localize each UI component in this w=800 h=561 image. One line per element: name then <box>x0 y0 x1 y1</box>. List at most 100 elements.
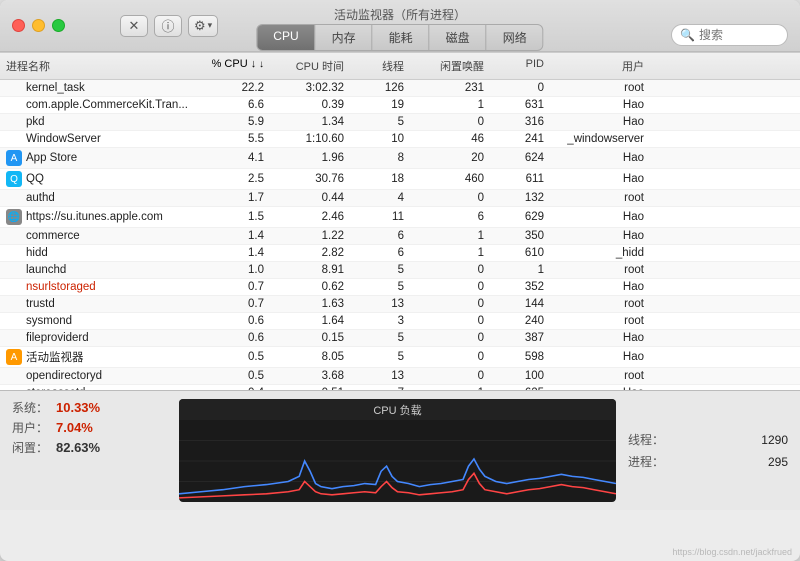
minimize-button[interactable] <box>32 19 45 32</box>
td-cputime: 30.76 <box>270 171 350 187</box>
stat-user-label: 用户： <box>12 419 50 436</box>
title-bar: ✕ ⓘ ⚙ ▾ 活动监视器（所有进程） CPU 内存 能耗 磁盘 网络 🔍 <box>0 0 800 52</box>
td-cputime: 1.22 <box>270 228 350 244</box>
table-row[interactable]: 🌐https://su.itunes.apple.com1.52.4611662… <box>0 207 800 228</box>
td-user: Hao <box>550 279 650 295</box>
table-row[interactable]: pkd5.91.3450316Hao <box>0 114 800 131</box>
td-name: opendirectoryd <box>0 368 200 384</box>
tab-disk[interactable]: 磁盘 <box>430 25 487 50</box>
tab-energy[interactable]: 能耗 <box>373 25 430 50</box>
table-row[interactable]: opendirectoryd0.53.68130100root <box>0 368 800 385</box>
td-user: Hao <box>550 97 650 113</box>
td-idle_wake: 460 <box>410 171 490 187</box>
chart-title: CPU 负载 <box>179 399 616 420</box>
td-pid: 610 <box>490 245 550 261</box>
process-name: kernel_task <box>26 82 85 94</box>
process-name: hidd <box>26 247 48 259</box>
table-row[interactable]: hidd1.42.8261610_hidd <box>0 245 800 262</box>
table-row[interactable]: kernel_task22.23:02.321262310root <box>0 80 800 97</box>
col-header-name[interactable]: 进程名称 <box>0 56 200 76</box>
process-name: trustd <box>26 298 55 310</box>
col-header-threads[interactable]: 线程 <box>350 56 410 76</box>
table-row[interactable]: A活动监视器0.58.0550598Hao <box>0 347 800 368</box>
stat-idle-label: 闲置： <box>12 439 50 456</box>
col-header-user[interactable]: 用户 <box>550 56 650 76</box>
stop-icon: ✕ <box>129 18 140 34</box>
info-icon: ⓘ <box>161 16 174 35</box>
td-idle_wake: 231 <box>410 80 490 96</box>
td-pid: 387 <box>490 330 550 346</box>
gear-icon: ⚙ <box>194 18 206 34</box>
table-row[interactable]: fileproviderd0.60.1550387Hao <box>0 330 800 347</box>
td-idle_wake: 0 <box>410 368 490 384</box>
td-user: _hidd <box>550 245 650 261</box>
process-name: opendirectoryd <box>26 370 102 382</box>
col-header-cputime[interactable]: CPU 时间 <box>270 56 350 76</box>
td-idle_wake: 0 <box>410 349 490 365</box>
table-row[interactable]: WindowServer5.51:10.601046241_windowserv… <box>0 131 800 148</box>
info-button[interactable]: ⓘ <box>154 15 182 37</box>
td-cpu: 0.7 <box>200 296 270 312</box>
table-row[interactable]: com.apple.CommerceKit.Tran...6.60.391916… <box>0 97 800 114</box>
td-name: trustd <box>0 296 200 312</box>
table-row[interactable]: nsurlstoraged0.70.6250352Hao <box>0 279 800 296</box>
td-pid: 132 <box>490 190 550 206</box>
col-header-idlewake[interactable]: 闲置唤醒 <box>410 56 490 76</box>
td-cpu: 6.6 <box>200 97 270 113</box>
td-user: Hao <box>550 150 650 166</box>
td-cputime: 0.15 <box>270 330 350 346</box>
process-name: WindowServer <box>26 133 101 145</box>
table-row[interactable]: authd1.70.4440132root <box>0 190 800 207</box>
td-pid: 611 <box>490 171 550 187</box>
gear-arrow-icon: ▾ <box>208 20 213 31</box>
col-header-pid[interactable]: PID <box>490 56 550 76</box>
td-idle_wake: 0 <box>410 330 490 346</box>
table-row[interactable]: AApp Store4.11.96820624Hao <box>0 148 800 169</box>
stop-process-button[interactable]: ✕ <box>120 15 148 37</box>
tab-memory[interactable]: 内存 <box>316 25 373 50</box>
process-name: com.apple.CommerceKit.Tran... <box>26 99 188 111</box>
tab-cpu[interactable]: CPU <box>257 25 315 50</box>
process-name: commerce <box>26 230 80 242</box>
td-name: storeassetd <box>0 385 200 390</box>
td-user: Hao <box>550 171 650 187</box>
traffic-lights <box>12 19 65 32</box>
td-name: fileproviderd <box>0 330 200 346</box>
globe-icon: 🌐 <box>6 209 22 225</box>
close-button[interactable] <box>12 19 25 32</box>
td-idle_wake: 0 <box>410 313 490 329</box>
window: ✕ ⓘ ⚙ ▾ 活动监视器（所有进程） CPU 内存 能耗 磁盘 网络 🔍 <box>0 0 800 561</box>
stat-threads-label: 线程： <box>628 431 664 448</box>
gear-menu-button[interactable]: ⚙ ▾ <box>188 15 218 37</box>
td-cputime: 1:10.60 <box>270 131 350 147</box>
td-threads: 5 <box>350 349 410 365</box>
td-threads: 18 <box>350 171 410 187</box>
process-name: authd <box>26 192 55 204</box>
col-header-cpu[interactable]: % CPU ↓ <box>200 56 270 76</box>
td-name: A活动监视器 <box>0 347 200 367</box>
td-threads: 8 <box>350 150 410 166</box>
search-input[interactable] <box>699 28 779 42</box>
td-user: Hao <box>550 349 650 365</box>
table-body: kernel_task22.23:02.321262310rootcom.app… <box>0 80 800 390</box>
td-pid: 241 <box>490 131 550 147</box>
toolbar-left: ✕ ⓘ ⚙ ▾ <box>120 15 218 37</box>
bottom-panel: 系统： 10.33% 用户： 7.04% 闲置： 82.63% CPU 负载 <box>0 390 800 510</box>
td-cpu: 22.2 <box>200 80 270 96</box>
td-pid: 144 <box>490 296 550 312</box>
td-idle_wake: 0 <box>410 190 490 206</box>
cpu-chart-svg <box>179 420 616 502</box>
td-threads: 5 <box>350 279 410 295</box>
table-row[interactable]: trustd0.71.63130144root <box>0 296 800 313</box>
table-row[interactable]: sysmond0.61.6430240root <box>0 313 800 330</box>
tab-network[interactable]: 网络 <box>487 25 543 50</box>
td-name: pkd <box>0 114 200 130</box>
table-row[interactable]: launchd1.08.91501root <box>0 262 800 279</box>
process-name: nsurlstoraged <box>26 281 96 293</box>
fullscreen-button[interactable] <box>52 19 65 32</box>
td-user: Hao <box>550 228 650 244</box>
td-threads: 126 <box>350 80 410 96</box>
td-threads: 6 <box>350 245 410 261</box>
table-row[interactable]: QQQ2.530.7618460611Hao <box>0 169 800 190</box>
table-row[interactable]: commerce1.41.2261350Hao <box>0 228 800 245</box>
